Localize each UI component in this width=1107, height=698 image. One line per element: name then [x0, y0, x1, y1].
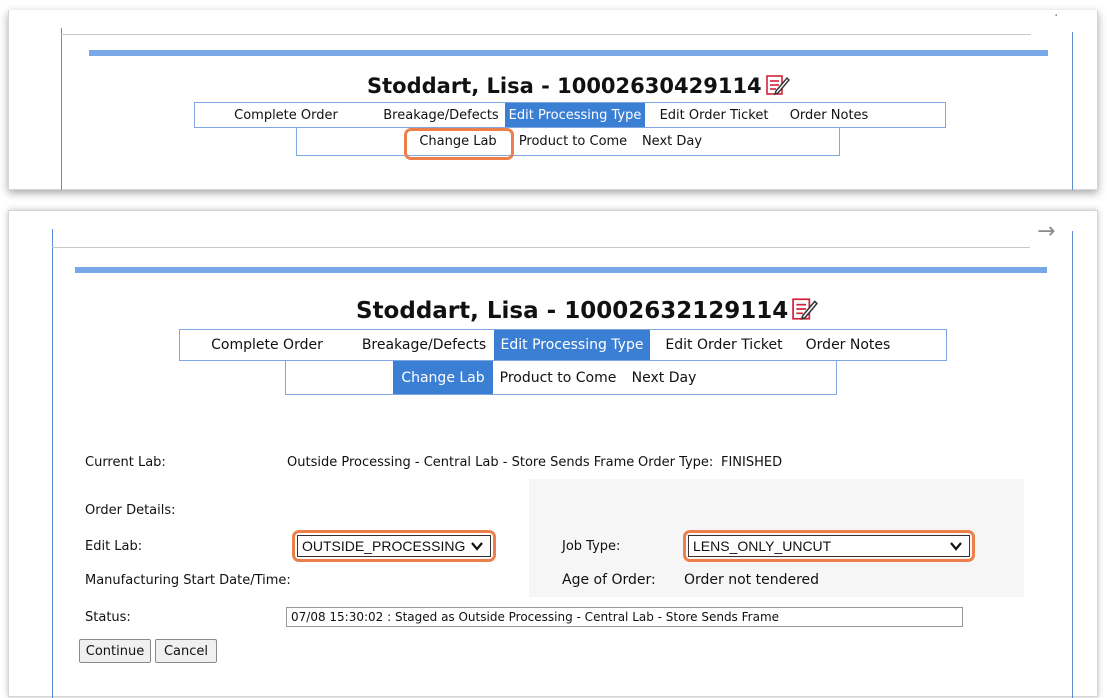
left-border-line: [61, 28, 62, 190]
status-value: 07/08 15:30:02 : Staged as Outside Proce…: [291, 610, 780, 624]
manufacturing-start-label: Manufacturing Start Date/Time:: [85, 573, 291, 588]
tab-edit-processing-type[interactable]: Edit Processing Type: [505, 103, 645, 127]
edit-lab-highlight: [292, 530, 496, 562]
cancel-button[interactable]: Cancel: [155, 639, 217, 663]
submenu-next-day[interactable]: Next Day: [623, 361, 705, 394]
order-type-label: Order Type:: [638, 455, 714, 470]
page-title: Stoddart, Lisa - 10002630429114: [367, 74, 790, 101]
submenu-spacer: [297, 128, 405, 155]
change-lab-highlight: [404, 128, 514, 160]
tab-order-notes[interactable]: Order Notes: [783, 103, 875, 127]
job-type-label: Job Type:: [562, 539, 621, 554]
tab-edit-processing-type[interactable]: Edit Processing Type: [494, 330, 650, 360]
main-menu: Complete Order Breakage/Defects Edit Pro…: [194, 102, 946, 128]
header-blue-bar: [89, 50, 1048, 56]
continue-button[interactable]: Continue: [79, 639, 151, 663]
tab-edit-order-ticket[interactable]: Edit Order Ticket: [650, 330, 798, 360]
current-lab-label: Current Lab:: [85, 455, 166, 470]
submenu-change-lab[interactable]: Change Lab: [393, 361, 493, 394]
status-field: 07/08 15:30:02 : Staged as Outside Proce…: [286, 607, 963, 627]
order-details-label: Order Details:: [85, 503, 176, 518]
top-divider: [52, 247, 1030, 248]
submenu-spacer: [286, 361, 393, 394]
current-lab-value: Outside Processing - Central Lab - Store…: [287, 455, 635, 470]
top-screenshot-panel: · Stoddart, Lisa - 10002630429114 Comple…: [8, 8, 1098, 190]
status-label: Status:: [85, 610, 131, 625]
edit-note-icon[interactable]: [792, 297, 819, 327]
right-border-line: [1072, 231, 1073, 698]
job-type-highlight: [683, 530, 975, 562]
bottom-screenshot-panel: → Stoddart, Lisa - 10002632129114 Comple…: [8, 210, 1098, 698]
sub-menu: Change Lab Product to Come Next Day: [296, 128, 840, 156]
page-title: Stoddart, Lisa - 10002632129114: [356, 297, 819, 327]
page-title-text: Stoddart, Lisa - 10002632129114: [356, 298, 789, 324]
header-blue-bar: [75, 267, 1047, 273]
tab-order-notes[interactable]: Order Notes: [798, 330, 898, 360]
edit-note-icon[interactable]: [765, 74, 790, 101]
tab-breakage-defects[interactable]: Breakage/Defects: [377, 103, 505, 127]
submenu-next-day[interactable]: Next Day: [635, 128, 709, 155]
tab-edit-order-ticket[interactable]: Edit Order Ticket: [645, 103, 783, 127]
age-of-order-label: Age of Order:: [562, 572, 656, 588]
forward-arrow-icon[interactable]: →: [1037, 219, 1055, 244]
edit-lab-label: Edit Lab:: [85, 539, 143, 554]
top-divider: [61, 34, 1031, 35]
sub-menu: Change Lab Product to Come Next Day: [285, 361, 837, 395]
order-type-value: FINISHED: [721, 455, 783, 470]
tab-complete-order[interactable]: Complete Order: [180, 330, 354, 360]
tab-breakage-defects[interactable]: Breakage/Defects: [354, 330, 494, 360]
submenu-product-to-come[interactable]: Product to Come: [493, 361, 623, 394]
page-title-text: Stoddart, Lisa - 10002630429114: [367, 74, 762, 98]
tab-complete-order[interactable]: Complete Order: [195, 103, 377, 127]
age-of-order-value: Order not tendered: [684, 572, 820, 588]
left-border-line: [52, 229, 53, 698]
main-menu: Complete Order Breakage/Defects Edit Pro…: [179, 329, 947, 361]
submenu-product-to-come[interactable]: Product to Come: [511, 128, 635, 155]
right-border-line: [1072, 32, 1073, 190]
scroll-arrow-icon[interactable]: ·: [1054, 8, 1058, 24]
